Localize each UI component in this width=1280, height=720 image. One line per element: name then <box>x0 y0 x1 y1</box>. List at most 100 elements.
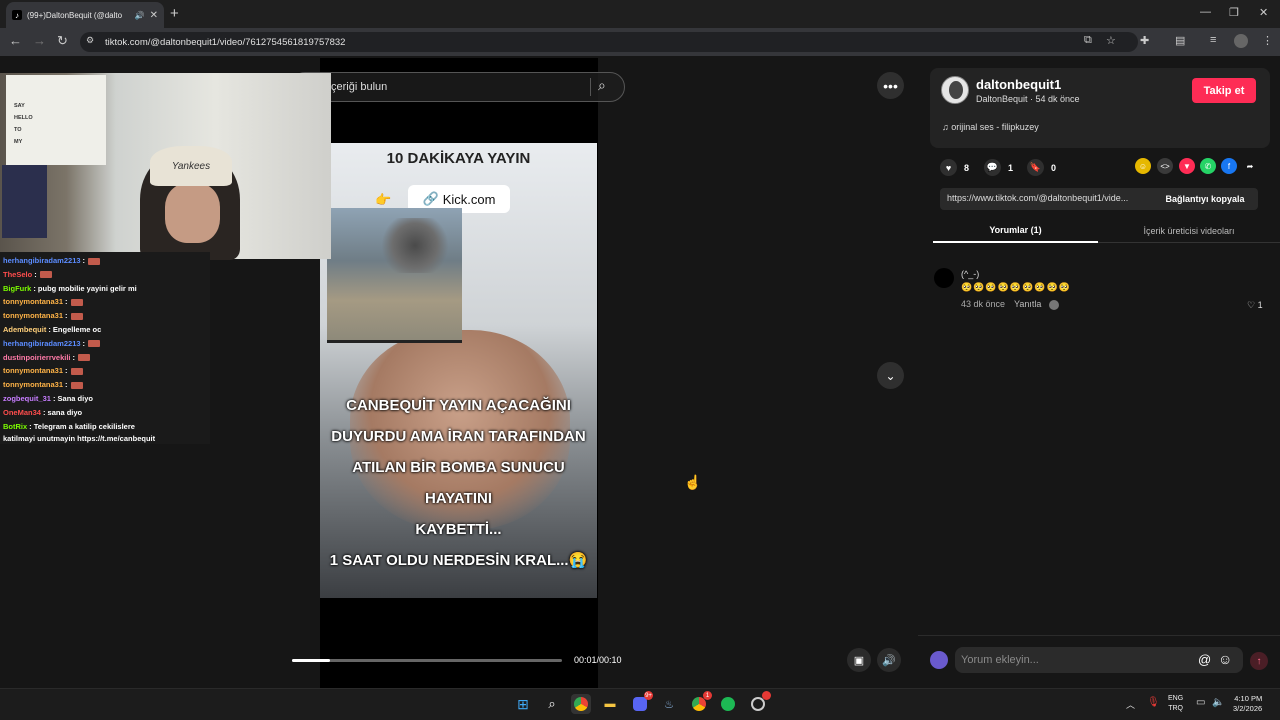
whatsapp-share-icon[interactable]: ✆ <box>1200 158 1216 174</box>
new-tab-button[interactable]: + <box>170 5 179 22</box>
chat-emote <box>78 354 91 362</box>
chat-emote <box>70 381 83 389</box>
extensions-icon[interactable]: ✚ <box>1140 34 1149 47</box>
media-icon[interactable]: ≡ <box>1210 34 1216 46</box>
commenter-name[interactable]: (^_-) <box>961 269 979 279</box>
copy-link-button[interactable]: Bağlantıyı kopyala <box>1152 188 1258 210</box>
restore-button[interactable]: ❐ <box>1229 6 1239 19</box>
chat-message: : <box>65 297 68 307</box>
chat-message: : pubg mobilie yayini gelir mi <box>33 283 137 293</box>
chat-emote <box>70 298 83 306</box>
tab-close-icon[interactable]: ✕ <box>150 10 158 21</box>
comment-stat[interactable]: 💬 1 <box>984 159 1013 176</box>
microphone-icon[interactable]: 🎙 <box>1147 697 1160 708</box>
chat-username[interactable]: dustinpoirierrvekili <box>3 353 71 362</box>
poster-text: SAY HELLO TO MY <box>14 103 33 145</box>
chat-username[interactable]: tonnymontana31 <box>3 311 63 320</box>
bookmark-star-icon[interactable]: ☆ <box>1106 34 1116 47</box>
chat-username[interactable]: herhangibiradam2213 <box>3 339 81 348</box>
volume-icon[interactable]: 🔊 <box>877 648 901 672</box>
address-bar[interactable]: tiktok.com/@daltonbequit1/video/76127545… <box>80 32 1138 52</box>
site-info-icon[interactable]: ⚙ <box>86 35 94 46</box>
my-avatar <box>930 651 948 669</box>
chat-message: : <box>65 380 68 390</box>
comment-like[interactable]: ♡ 1 <box>1247 300 1263 311</box>
pointing-hand-icon: 👉 <box>375 192 392 207</box>
chat-username[interactable]: OneMan34 <box>3 408 41 417</box>
chat-username[interactable]: tonnymontana31 <box>3 380 63 389</box>
video-link-url[interactable]: https://www.tiktok.com/@daltonbequit1/vi… <box>947 193 1150 203</box>
tab-strip <box>0 0 1280 28</box>
chat-username[interactable]: Adembequit <box>3 325 46 334</box>
music-line[interactable]: ♫ orijinal ses - filipkuzey <box>942 122 1039 132</box>
chat-username[interactable]: BigFurk <box>3 284 31 293</box>
search-input[interactable]: çeriği bulun <box>290 72 625 102</box>
facebook-share-icon[interactable]: f <box>1221 158 1237 174</box>
like-stat[interactable]: ♥ 8 <box>940 159 969 176</box>
save-stat[interactable]: 🔖 0 <box>1027 159 1056 176</box>
browser-tab[interactable]: ♪ (99+)DaltonBequit (@dalto 🔊 ✕ <box>6 2 164 28</box>
video-caption: CANBEQUİT YAYIN AÇACAĞINI DUYURDU AMA İR… <box>320 390 597 576</box>
chrome-profile-icon[interactable]: 1 <box>689 691 712 714</box>
back-icon[interactable]: ← <box>9 33 22 48</box>
network-icon[interactable]: ▭ <box>1196 697 1205 708</box>
chat-message: : <box>34 269 37 279</box>
chat-username[interactable]: TheSelo <box>3 270 32 279</box>
app-icon[interactable] <box>748 691 771 714</box>
language-indicator[interactable]: ENG TRQ <box>1168 694 1183 714</box>
embed-share-icon[interactable]: <> <box>1157 158 1173 174</box>
speaker-tray-icon[interactable]: 🔈 <box>1212 697 1224 708</box>
spotify-icon[interactable] <box>718 694 738 714</box>
more-options-button[interactable]: ••• <box>877 72 904 99</box>
chat-line: BotRix: Telegram a katilip cekilislere <box>3 422 135 431</box>
reply-button[interactable]: Yanıtla <box>1014 299 1059 310</box>
side-panel-icon[interactable]: ▤ <box>1175 34 1185 47</box>
menu-dots-icon[interactable]: ⋮ <box>1262 34 1273 47</box>
chrome-icon[interactable] <box>571 694 591 714</box>
follow-button[interactable]: Takip et <box>1192 78 1256 103</box>
music-note-icon: ♫ <box>942 122 952 132</box>
post-comment-button[interactable]: ↑ <box>1250 652 1268 670</box>
windows-start-icon[interactable]: ⊞ <box>513 694 533 714</box>
chat-message: : <box>82 338 86 348</box>
caption-line: ATILAN BİR BOMBA SUNUCU HAYATINI <box>352 459 565 507</box>
steam-icon[interactable]: ♨ <box>659 694 679 714</box>
repost-share-icon[interactable]: ☺ <box>1135 158 1151 174</box>
mention-icon[interactable]: @ <box>1198 652 1211 667</box>
tab-creator-videos[interactable]: İçerik üreticisi videoları <box>1098 219 1280 243</box>
taskbar-search-icon[interactable]: ⌕ <box>542 694 562 714</box>
creator-username[interactable]: daltonbequit1 <box>976 77 1061 92</box>
chat-username[interactable]: herhangibiradam2213 <box>3 256 81 265</box>
chat-line: dustinpoirierrvekili: <box>3 353 91 362</box>
chat-username[interactable]: zogbequit_31 <box>3 394 51 403</box>
file-explorer-icon[interactable]: ▬ <box>600 694 620 714</box>
reload-icon[interactable]: ↻ <box>57 33 68 49</box>
next-video-button[interactable]: ⌄ <box>877 362 904 389</box>
chat-message: : sana diyo <box>42 407 83 417</box>
tab-comments[interactable]: Yorumlar (1) <box>933 219 1098 243</box>
discord-icon[interactable]: 9+ <box>630 691 653 714</box>
creator-avatar[interactable] <box>941 76 969 104</box>
more-share-icon[interactable]: ➦ <box>1242 158 1258 174</box>
profile-avatar-icon[interactable] <box>1234 34 1248 48</box>
forward-icon[interactable]: → <box>33 33 46 48</box>
tray-overflow-icon[interactable]: ︿ <box>1126 698 1135 711</box>
chat-line: tonnymontana31: <box>3 311 83 320</box>
caption-line: CANBEQUİT YAYIN AÇACAĞINI <box>346 397 571 414</box>
minimize-button[interactable]: — <box>1200 6 1211 18</box>
system-clock[interactable]: 4:10 PM 3/2/2026 <box>1233 694 1262 714</box>
chat-username[interactable]: BotRix <box>3 422 27 431</box>
install-app-icon[interactable]: ⧉ <box>1084 34 1092 47</box>
send-share-icon[interactable]: ▼ <box>1179 158 1195 174</box>
commenter-avatar[interactable] <box>934 268 954 288</box>
floating-player-icon[interactable]: ▣ <box>847 648 871 672</box>
search-icon[interactable]: ⌕ <box>598 77 606 94</box>
video-header-text: 10 DAKİKAYA YAYIN <box>386 149 531 167</box>
search-divider <box>590 78 591 96</box>
chat-username[interactable]: tonnymontana31 <box>3 366 63 375</box>
close-window-button[interactable]: ✕ <box>1259 6 1268 19</box>
emoji-icon[interactable]: ☺ <box>1218 651 1232 667</box>
progress-track[interactable] <box>292 659 562 662</box>
chat-username[interactable]: tonnymontana31 <box>3 297 63 306</box>
creator-subline: DaltonBequit · 54 dk önce <box>976 94 1080 104</box>
